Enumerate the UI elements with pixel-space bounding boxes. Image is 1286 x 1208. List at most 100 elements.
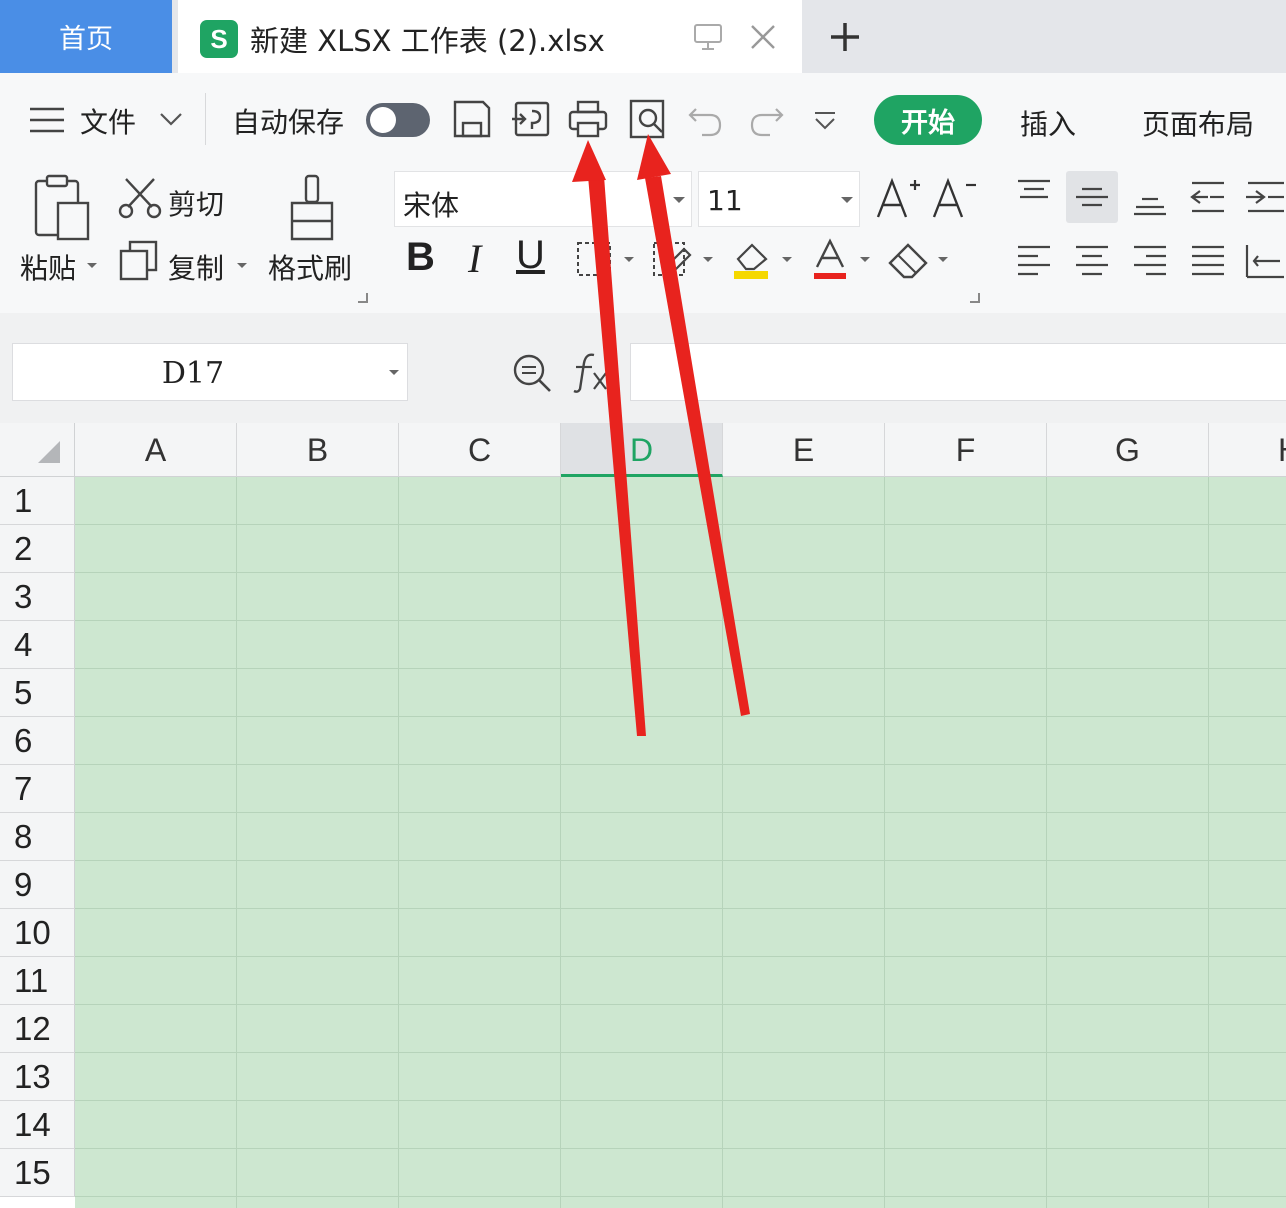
customize-toolbar-icon[interactable] — [810, 109, 840, 133]
align-top-icon[interactable] — [1014, 177, 1054, 217]
function-fx-icon[interactable] — [570, 349, 610, 395]
document-tab[interactable]: S 新建 XLSX 工作表 (2).xlsx — [178, 0, 802, 73]
font-color-dropdown-arrow[interactable] — [860, 257, 870, 262]
clear-dropdown-arrow[interactable] — [938, 257, 948, 262]
align-center-icon[interactable] — [1072, 241, 1112, 281]
italic-button[interactable]: I — [468, 235, 481, 282]
format-painter-label[interactable]: 格式刷 — [268, 247, 352, 287]
chevron-down-icon[interactable] — [158, 109, 184, 129]
format-painter-icon[interactable] — [284, 173, 340, 243]
spreadsheet-app-icon: S — [200, 20, 238, 58]
row-header-5[interactable]: 5 — [0, 669, 75, 717]
spreadsheet-grid: ABCDEFGH 123456789101112131415 — [0, 423, 1286, 1208]
redo-icon[interactable] — [744, 97, 788, 141]
export-pdf-icon[interactable] — [510, 97, 554, 141]
column-header-f[interactable]: F — [885, 423, 1047, 477]
row-header-11[interactable]: 11 — [0, 957, 75, 1005]
row-header-1[interactable]: 1 — [0, 477, 75, 525]
select-all-corner[interactable] — [0, 423, 75, 477]
eraser-icon[interactable] — [886, 239, 932, 279]
document-tab-title: 新建 XLSX 工作表 (2).xlsx — [250, 24, 605, 58]
copy-icon[interactable] — [118, 239, 160, 281]
align-right-icon[interactable] — [1130, 241, 1170, 281]
name-box-dropdown-arrow[interactable] — [389, 370, 399, 375]
copy-dropdown-arrow[interactable] — [237, 263, 247, 268]
close-tab-icon[interactable] — [746, 20, 780, 54]
row-header-6[interactable]: 6 — [0, 717, 75, 765]
column-header-b[interactable]: B — [237, 423, 399, 477]
autosave-label: 自动保存 — [232, 106, 345, 139]
border-dropdown-arrow[interactable] — [624, 257, 634, 262]
file-menu-label[interactable]: 文件 — [80, 101, 136, 141]
row-header-4[interactable]: 4 — [0, 621, 75, 669]
print-preview-icon[interactable] — [626, 97, 670, 141]
font-name-select[interactable]: 宋体 — [394, 171, 692, 227]
tab-home-start[interactable]: 开始 — [874, 95, 982, 145]
justify-icon[interactable] — [1188, 241, 1228, 281]
font-size-value: 11 — [707, 184, 743, 217]
tab-bar: 首页 S 新建 XLSX 工作表 (2).xlsx — [0, 0, 1286, 73]
row-header-13[interactable]: 13 — [0, 1053, 75, 1101]
font-size-select[interactable]: 11 — [698, 171, 860, 227]
decrease-font-size-icon[interactable] — [930, 175, 978, 221]
distributed-align-icon[interactable] — [1244, 241, 1286, 281]
toggle-knob — [370, 107, 396, 133]
bold-button[interactable]: B — [406, 235, 435, 280]
row-header-10[interactable]: 10 — [0, 909, 75, 957]
row-header-3[interactable]: 3 — [0, 573, 75, 621]
scissors-icon[interactable] — [118, 175, 162, 219]
column-header-h[interactable]: H — [1209, 423, 1286, 477]
font-group-launcher[interactable] — [970, 293, 980, 303]
zoom-search-icon[interactable] — [510, 351, 554, 395]
row-header-14[interactable]: 14 — [0, 1101, 75, 1149]
cell-reference: D17 — [161, 356, 225, 391]
autosave-toggle[interactable] — [366, 103, 430, 137]
column-header-g[interactable]: G — [1047, 423, 1209, 477]
font-color-icon[interactable] — [810, 237, 850, 281]
decrease-indent-icon[interactable] — [1188, 177, 1228, 217]
new-tab-plus-icon[interactable] — [820, 14, 870, 60]
row-header-12[interactable]: 12 — [0, 1005, 75, 1053]
increase-indent-icon[interactable] — [1244, 177, 1286, 217]
cut-label[interactable]: 剪切 — [168, 183, 224, 223]
home-tab[interactable]: 首页 — [0, 0, 172, 73]
formula-bar-area: D17 — [0, 313, 1286, 423]
name-box[interactable]: D17 — [12, 343, 408, 401]
undo-icon[interactable] — [684, 97, 728, 141]
paste-label[interactable]: 粘贴 — [20, 247, 76, 287]
row-header-8[interactable]: 8 — [0, 813, 75, 861]
border-icon[interactable] — [574, 239, 614, 279]
paste-dropdown-arrow[interactable] — [87, 263, 97, 268]
select-all-triangle-icon — [38, 441, 60, 463]
row-header-9[interactable]: 9 — [0, 861, 75, 909]
save-icon[interactable] — [450, 97, 494, 141]
monitor-icon[interactable] — [692, 22, 724, 52]
align-left-icon[interactable] — [1014, 241, 1054, 281]
underline-button[interactable]: U — [516, 233, 545, 278]
highlight-dropdown-arrow[interactable] — [782, 257, 792, 262]
row-header-7[interactable]: 7 — [0, 765, 75, 813]
row-header-2[interactable]: 2 — [0, 525, 75, 573]
column-header-d[interactable]: D — [561, 423, 723, 477]
align-middle-icon[interactable] — [1072, 177, 1112, 217]
row-header-15[interactable]: 15 — [0, 1149, 75, 1197]
print-icon[interactable] — [566, 97, 610, 141]
copy-label[interactable]: 复制 — [168, 247, 224, 287]
hamburger-menu-icon[interactable] — [28, 105, 66, 135]
tab-insert[interactable]: 插入 — [1020, 103, 1076, 143]
align-bottom-icon[interactable] — [1130, 177, 1170, 217]
fill-dropdown-arrow[interactable] — [703, 257, 713, 262]
chevron-down-icon[interactable] — [841, 197, 853, 203]
formula-input[interactable] — [630, 343, 1286, 401]
increase-font-size-icon[interactable] — [874, 175, 922, 221]
chevron-down-icon[interactable] — [673, 197, 685, 203]
clipboard-group-launcher[interactable] — [358, 293, 368, 303]
column-header-a[interactable]: A — [75, 423, 237, 477]
paste-icon[interactable] — [30, 173, 92, 243]
highlight-color-icon[interactable] — [728, 237, 774, 281]
column-header-e[interactable]: E — [723, 423, 885, 477]
fill-format-icon[interactable] — [650, 239, 694, 279]
column-header-c[interactable]: C — [399, 423, 561, 477]
tab-page-layout[interactable]: 页面布局 — [1142, 103, 1254, 143]
cell-area[interactable] — [75, 477, 1286, 1208]
